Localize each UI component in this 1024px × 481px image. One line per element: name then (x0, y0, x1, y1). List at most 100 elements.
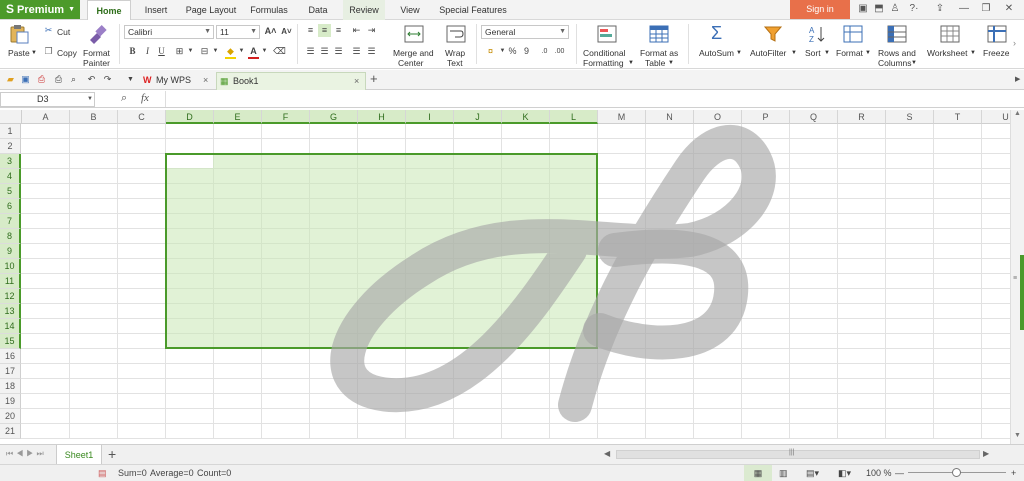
italic-button[interactable]: I (141, 45, 154, 58)
new-tab-button[interactable]: + (370, 71, 378, 86)
increase-decimal-icon[interactable]: .0 (538, 45, 551, 58)
align-center-icon[interactable]: ☰ (318, 45, 331, 58)
sort-button[interactable]: A Z Sort ▼ (803, 22, 831, 66)
tab-my-wps[interactable]: W My WPS × (140, 72, 215, 90)
sign-in-button[interactable]: Sign in (790, 0, 850, 19)
column-header-i[interactable]: I (406, 110, 454, 124)
align-bottom-icon[interactable]: ≡ (332, 24, 345, 37)
scroll-right-icon[interactable]: ▶ (983, 449, 989, 458)
tab-special-features[interactable]: Special Features (435, 0, 511, 20)
row-header-7[interactable]: 7 (0, 214, 21, 229)
row-header-6[interactable]: 6 (0, 199, 21, 214)
column-header-d[interactable]: D (166, 110, 214, 124)
column-header-m[interactable]: M (598, 110, 646, 124)
open-folder-icon[interactable]: ▰ (4, 73, 17, 86)
add-sheet-button[interactable]: + (108, 446, 116, 462)
thousands-button[interactable]: 9 (520, 45, 533, 58)
save-icon[interactable]: ▣ (19, 73, 32, 86)
column-header-h[interactable]: H (358, 110, 406, 124)
tab-page-layout[interactable]: Page Layout (181, 0, 241, 20)
autofilter-button[interactable]: AutoFilter ▼ (748, 22, 798, 66)
chevron-down-icon[interactable]: ▼ (209, 45, 222, 58)
row-header-1[interactable]: 1 (0, 124, 21, 139)
justify-icon[interactable]: ☰ (350, 45, 363, 58)
zoom-in-button[interactable]: + (1011, 465, 1016, 481)
share-icon[interactable]: ⬒ (873, 3, 885, 15)
row-header-21[interactable]: 21 (0, 424, 21, 439)
row-header-9[interactable]: 9 (0, 244, 21, 259)
row-header-16[interactable]: 16 (0, 349, 21, 364)
decrease-decimal-icon[interactable]: .00 (553, 45, 566, 58)
scissors-icon[interactable]: ✂ (42, 24, 55, 37)
underline-button[interactable]: U (155, 45, 168, 58)
column-header-a[interactable]: A (22, 110, 70, 124)
column-header-o[interactable]: O (694, 110, 742, 124)
align-left-icon[interactable]: ☰ (304, 45, 317, 58)
ribbon-scroll-right-icon[interactable]: › (1013, 38, 1016, 48)
column-header-p[interactable]: P (742, 110, 790, 124)
bold-button[interactable]: B (126, 45, 139, 58)
row-header-17[interactable]: 17 (0, 364, 21, 379)
close-icon[interactable]: ✕ (1003, 3, 1015, 15)
undo-icon[interactable]: ↶ (85, 73, 98, 86)
copy-button[interactable]: Copy (57, 48, 77, 58)
normal-view-icon[interactable]: ▦ (744, 465, 772, 481)
increase-font-icon[interactable]: A˄ (264, 25, 277, 38)
column-header-q[interactable]: Q (790, 110, 838, 124)
wrap-text-button[interactable]: Wrap Text (442, 22, 470, 68)
horizontal-scrollbar[interactable]: ||| (616, 449, 980, 459)
premium-button[interactable]: S Premium ▼ (0, 0, 80, 19)
tab-review[interactable]: Review (343, 0, 385, 20)
zoom-level[interactable]: 100 % (866, 465, 892, 481)
scroll-down-icon[interactable]: ▼ (1014, 432, 1021, 439)
zoom-out-button[interactable]: — (895, 465, 904, 481)
percent-button[interactable]: % (506, 45, 519, 58)
column-header-e[interactable]: E (214, 110, 262, 124)
cut-button[interactable]: Cut (57, 27, 70, 37)
copy-icon[interactable]: ❐ (42, 45, 55, 58)
select-all-corner[interactable] (0, 110, 22, 124)
insert-function-button[interactable]: fx (141, 92, 149, 104)
scroll-left-icon[interactable]: ◀ (604, 449, 610, 458)
row-header-3[interactable]: 3 (0, 154, 21, 169)
reading-mode-icon[interactable]: ◧▾ (838, 465, 851, 481)
sheet-nav-icons[interactable]: ⏮◀▶⏭ (6, 449, 47, 459)
rows-columns-button[interactable]: Rows and Columns ▼ (875, 22, 919, 68)
vertical-scrollbar[interactable]: ▲ ≡ ▼ (1010, 110, 1024, 444)
row-header-19[interactable]: 19 (0, 394, 21, 409)
indent-increase-icon[interactable]: ⇥ (365, 24, 378, 37)
export-pdf-icon[interactable]: ⎙ (35, 73, 48, 86)
close-tab-icon[interactable]: × (203, 72, 208, 89)
align-top-icon[interactable]: ≡ (304, 24, 317, 37)
chevron-down-icon[interactable]: ▼ (124, 73, 137, 86)
skin-icon[interactable]: ▣ (857, 3, 869, 15)
column-header-g[interactable]: G (310, 110, 358, 124)
close-tab-icon[interactable]: × (354, 73, 359, 90)
restore-ribbon-icon[interactable]: ⇪ (934, 3, 946, 15)
column-header-s[interactable]: S (886, 110, 934, 124)
minimize-icon[interactable]: — (958, 3, 970, 15)
distributed-icon[interactable]: ☰ (365, 45, 378, 58)
print-icon[interactable]: ⎙ (52, 73, 65, 86)
row-header-4[interactable]: 4 (0, 169, 21, 184)
paste-button[interactable]: Paste ▼ (4, 22, 37, 66)
help-icon[interactable]: ?· (905, 3, 923, 15)
row-header-8[interactable]: 8 (0, 229, 21, 244)
column-header-r[interactable]: R (838, 110, 886, 124)
tab-view[interactable]: View (391, 0, 429, 20)
align-right-icon[interactable]: ☰ (332, 45, 345, 58)
worksheet-button[interactable]: Worksheet ▼ (924, 22, 976, 66)
autosum-button[interactable]: Σ AutoSum ▼ (697, 22, 743, 66)
row-header-13[interactable]: 13 (0, 304, 21, 319)
align-middle-icon[interactable]: ≡ (318, 24, 331, 37)
scroll-up-icon[interactable]: ▲ (1014, 110, 1021, 117)
row-header-2[interactable]: 2 (0, 139, 21, 154)
font-name-combo[interactable]: Calibri ▼ (124, 25, 214, 39)
tab-home[interactable]: Home (87, 0, 131, 21)
freeze-panes-button[interactable]: Freeze P (980, 22, 1010, 66)
column-header-b[interactable]: B (70, 110, 118, 124)
row-header-11[interactable]: 11 (0, 274, 21, 289)
column-header-n[interactable]: N (646, 110, 694, 124)
column-header-c[interactable]: C (118, 110, 166, 124)
row-header-10[interactable]: 10 (0, 259, 21, 274)
